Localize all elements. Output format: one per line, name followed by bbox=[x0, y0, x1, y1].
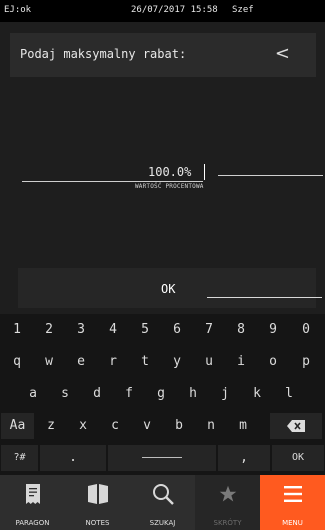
key-6[interactable]: 6 bbox=[162, 314, 192, 346]
menu-icon bbox=[260, 481, 325, 509]
backspace-key[interactable] bbox=[270, 413, 322, 439]
key-r[interactable]: r bbox=[98, 346, 128, 378]
key-i[interactable]: i bbox=[226, 346, 256, 378]
receipt-icon bbox=[0, 481, 65, 509]
key-h[interactable]: h bbox=[178, 378, 208, 410]
space-bar-icon bbox=[142, 456, 182, 458]
keyboard-row-bottom: ?# . , OK bbox=[0, 442, 325, 474]
key-t[interactable]: t bbox=[130, 346, 160, 378]
prompt-title: Podaj maksymalny rabat: bbox=[20, 47, 187, 61]
key-4[interactable]: 4 bbox=[98, 314, 128, 346]
key-y[interactable]: y bbox=[162, 346, 192, 378]
key-f[interactable]: f bbox=[114, 378, 144, 410]
key-l[interactable]: l bbox=[274, 378, 304, 410]
key-ok[interactable]: OK bbox=[272, 445, 324, 471]
datetime: 26/07/2017 15:58 bbox=[131, 5, 218, 15]
key-symbols[interactable]: ?# bbox=[1, 445, 38, 471]
prompt-header: Podaj maksymalny rabat: < bbox=[10, 33, 316, 77]
nav-menu-label: MENU bbox=[282, 519, 303, 527]
field-label: WARTOŚĆ PROCENTOWA bbox=[135, 183, 204, 190]
bottom-navigation: PARAGON NOTES SZUKAJ SKRÓTY MENU bbox=[0, 475, 325, 530]
field-underline bbox=[22, 181, 203, 182]
key-n[interactable]: n bbox=[196, 413, 226, 439]
text-cursor bbox=[204, 164, 205, 180]
key-d[interactable]: d bbox=[82, 378, 112, 410]
status-bar: EJ:ok 26/07/2017 15:58 Szef bbox=[0, 0, 325, 22]
key-5[interactable]: 5 bbox=[130, 314, 160, 346]
nav-skroty[interactable]: SKRÓTY bbox=[195, 475, 260, 530]
key-1[interactable]: 1 bbox=[2, 314, 32, 346]
key-comma[interactable]: , bbox=[218, 445, 270, 471]
keyboard-row-qwerty: q w e r t y u i o p bbox=[0, 346, 325, 378]
user-name: Szef bbox=[232, 5, 254, 15]
key-w[interactable]: w bbox=[34, 346, 64, 378]
key-8[interactable]: 8 bbox=[226, 314, 256, 346]
nav-paragon-label: PARAGON bbox=[15, 519, 50, 527]
key-k[interactable]: k bbox=[242, 378, 272, 410]
ok-button-label: OK bbox=[161, 282, 176, 296]
key-3[interactable]: 3 bbox=[66, 314, 96, 346]
nav-szukaj[interactable]: SZUKAJ bbox=[130, 475, 195, 530]
key-j[interactable]: j bbox=[210, 378, 240, 410]
key-b[interactable]: b bbox=[164, 413, 194, 439]
nav-skroty-label: SKRÓTY bbox=[213, 519, 242, 527]
field-side-line bbox=[218, 175, 323, 176]
ej-status: EJ:ok bbox=[4, 5, 32, 15]
key-a[interactable]: a bbox=[18, 378, 48, 410]
key-0[interactable]: 0 bbox=[290, 314, 322, 346]
key-q[interactable]: q bbox=[2, 346, 32, 378]
keyboard-row-asdf: a s d f g h j k l bbox=[0, 378, 325, 410]
key-shift[interactable]: Aa bbox=[1, 413, 34, 439]
key-s[interactable]: s bbox=[50, 378, 80, 410]
nav-notes[interactable]: NOTES bbox=[65, 475, 130, 530]
search-icon bbox=[130, 481, 195, 509]
key-x[interactable]: x bbox=[68, 413, 98, 439]
key-z[interactable]: z bbox=[36, 413, 66, 439]
ok-underline bbox=[207, 297, 322, 298]
keyboard-row-numbers: 1 2 3 4 5 6 7 8 9 0 bbox=[0, 314, 325, 346]
key-e[interactable]: e bbox=[66, 346, 96, 378]
nav-szukaj-label: SZUKAJ bbox=[149, 519, 176, 527]
space-key[interactable] bbox=[108, 445, 216, 471]
ok-button[interactable]: OK bbox=[18, 268, 316, 308]
key-c[interactable]: c bbox=[100, 413, 130, 439]
nav-notes-label: NOTES bbox=[85, 519, 110, 527]
back-icon[interactable]: < bbox=[275, 43, 290, 64]
key-u[interactable]: u bbox=[194, 346, 224, 378]
key-2[interactable]: 2 bbox=[34, 314, 64, 346]
nav-paragon[interactable]: PARAGON bbox=[0, 475, 65, 530]
star-icon bbox=[195, 481, 260, 509]
key-7[interactable]: 7 bbox=[194, 314, 224, 346]
key-p[interactable]: p bbox=[290, 346, 322, 378]
discount-value[interactable]: 100.0% bbox=[148, 165, 191, 179]
key-g[interactable]: g bbox=[146, 378, 176, 410]
keyboard-row-zxcv: Aa z x c v b n m bbox=[0, 410, 325, 442]
key-dot[interactable]: . bbox=[40, 445, 106, 471]
key-m[interactable]: m bbox=[228, 413, 258, 439]
key-v[interactable]: v bbox=[132, 413, 162, 439]
notebook-icon bbox=[65, 481, 130, 509]
onscreen-keyboard: 1 2 3 4 5 6 7 8 9 0 q w e r t y u i o p … bbox=[0, 314, 325, 475]
nav-menu[interactable]: MENU bbox=[260, 475, 325, 530]
backspace-icon bbox=[287, 419, 305, 432]
key-o[interactable]: o bbox=[258, 346, 288, 378]
key-9[interactable]: 9 bbox=[258, 314, 288, 346]
